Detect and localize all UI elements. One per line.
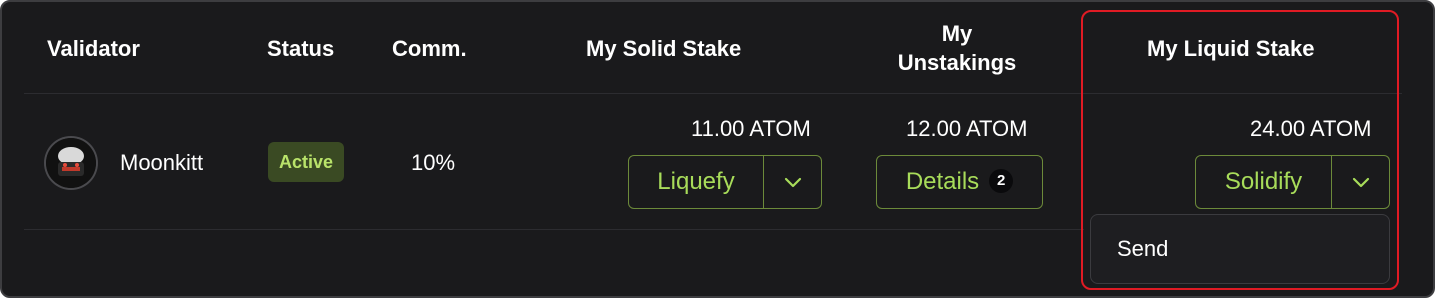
header-commission: Comm. xyxy=(392,36,467,61)
liquefy-button[interactable]: Liquefy xyxy=(628,155,764,209)
validator-name[interactable]: Moonkitt xyxy=(120,149,203,177)
details-button[interactable]: Details 2 xyxy=(876,155,1043,209)
validator-avatar-icon xyxy=(46,138,96,188)
solid-stake-value: 11.00 ATOM xyxy=(691,116,811,141)
chevron-down-icon xyxy=(1352,177,1369,188)
header-liquid-stake: My Liquid Stake xyxy=(1147,36,1315,61)
solidify-dropdown-menu: Send xyxy=(1090,214,1390,284)
liquid-stake-value: 24.00 ATOM xyxy=(1250,116,1372,141)
header-unstakings-line1: My xyxy=(941,21,973,46)
header-validator: Validator xyxy=(47,36,140,61)
liquefy-dropdown-button[interactable] xyxy=(764,155,822,209)
details-count-badge: 2 xyxy=(989,168,1014,193)
solidify-dropdown-button[interactable] xyxy=(1332,155,1390,209)
status-badge: Active xyxy=(268,142,344,182)
chevron-down-icon xyxy=(784,177,801,188)
details-label: Details xyxy=(905,168,980,195)
unstakings-value: 12.00 ATOM xyxy=(906,116,1028,141)
header-unstakings-line2: Unstakings xyxy=(897,50,1017,75)
solidify-button[interactable]: Solidify xyxy=(1195,155,1332,209)
staking-table-panel: Validator Status Comm. My Solid Stake My… xyxy=(0,0,1435,298)
menu-item-send[interactable]: Send xyxy=(1117,235,1168,263)
header-solid-stake: My Solid Stake xyxy=(586,36,742,61)
header-divider xyxy=(24,93,1402,94)
row-divider xyxy=(24,229,1084,230)
commission-value: 10% xyxy=(411,150,456,175)
header-status: Status xyxy=(267,36,335,61)
